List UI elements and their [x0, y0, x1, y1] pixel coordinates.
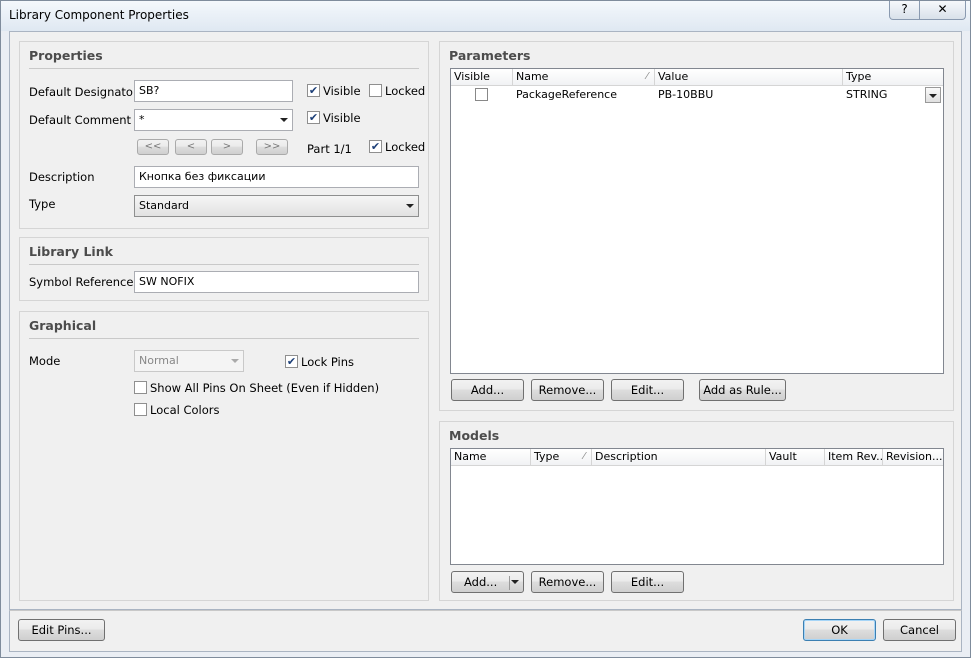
- parameters-edit-button[interactable]: Edit...: [611, 379, 684, 401]
- models-remove-button[interactable]: Remove...: [531, 571, 604, 593]
- graphical-title: Graphical: [29, 318, 97, 333]
- mode-select[interactable]: Normal: [134, 350, 244, 372]
- type-value: Standard: [139, 199, 190, 212]
- library-link-group: Library Link Symbol Reference SW NOFIX: [19, 237, 429, 301]
- models-add-button[interactable]: Add...: [451, 571, 524, 593]
- designator-field[interactable]: SB?: [134, 80, 293, 102]
- previous-part-button[interactable]: <: [175, 139, 207, 155]
- models-add-label: Add...: [464, 575, 498, 589]
- row-type-dropdown[interactable]: [925, 87, 941, 103]
- edit-pins-button[interactable]: Edit Pins...: [18, 619, 105, 641]
- lock-pins-label: Lock Pins: [301, 355, 355, 369]
- local-colors-checkbox[interactable]: [134, 403, 147, 416]
- last-part-button[interactable]: >>: [256, 139, 288, 155]
- show-all-pins-checkbox[interactable]: [134, 381, 147, 394]
- column-header-revision[interactable]: Revision...: [883, 449, 943, 466]
- type-label: Type: [29, 197, 56, 211]
- properties-divider: [29, 68, 419, 69]
- dialog-body: Properties Default Designator SB? ✔ Visi…: [9, 31, 962, 610]
- column-header-type[interactable]: Type ⁄: [531, 449, 592, 466]
- properties-title: Properties: [29, 48, 103, 63]
- sort-icon: ⁄: [646, 71, 648, 82]
- row-name: PackageReference: [516, 88, 617, 101]
- comment-visible-label: Visible: [323, 111, 361, 125]
- parameters-grid: Visible Name ⁄ Value Type PackageReferen…: [450, 68, 944, 374]
- first-part-button[interactable]: <<: [137, 139, 169, 155]
- part-locked-checkbox[interactable]: ✔: [369, 140, 382, 153]
- graphical-group: Graphical Mode Normal ✔ Lock Pins Show A…: [19, 311, 429, 601]
- window-title: Library Component Properties: [9, 8, 189, 22]
- type-select[interactable]: Standard: [134, 195, 419, 217]
- column-header-description[interactable]: Description: [592, 449, 766, 466]
- column-header-visible[interactable]: Visible: [451, 69, 513, 86]
- comment-combo[interactable]: *: [134, 109, 293, 131]
- comment-value: *: [139, 113, 145, 126]
- library-link-divider: [29, 264, 419, 265]
- column-header-value[interactable]: Value: [655, 69, 843, 86]
- dialog-window: Library Component Properties ? ✕ Propert…: [0, 0, 971, 658]
- designator-visible-label: Visible: [323, 84, 361, 98]
- show-all-pins-label: Show All Pins On Sheet (Even if Hidden): [150, 381, 380, 395]
- designator-visible-checkbox[interactable]: ✔: [307, 84, 320, 97]
- column-header-name-label: Name: [516, 70, 549, 83]
- properties-group: Properties Default Designator SB? ✔ Visi…: [19, 41, 429, 229]
- part-locked-label: Locked: [385, 140, 426, 154]
- description-field[interactable]: Кнопка без фиксации: [134, 166, 419, 188]
- chevron-down-icon: [280, 118, 288, 122]
- chevron-down-icon: [406, 204, 414, 208]
- lock-pins-checkbox[interactable]: ✔: [285, 355, 298, 368]
- symbol-reference-label: Symbol Reference: [29, 275, 134, 289]
- cancel-button[interactable]: Cancel: [883, 619, 956, 641]
- row-type: STRING: [846, 88, 888, 101]
- mode-label: Mode: [29, 354, 61, 368]
- part-indicator: Part 1/1: [307, 142, 352, 156]
- comment-visible-checkbox[interactable]: ✔: [307, 111, 320, 124]
- add-as-rule-button[interactable]: Add as Rule...: [699, 379, 786, 401]
- designator-locked-label: Locked: [385, 84, 426, 98]
- parameters-add-button[interactable]: Add...: [451, 379, 524, 401]
- row-value: PB-10BBU: [658, 88, 714, 101]
- help-button[interactable]: ?: [889, 1, 920, 20]
- designator-locked-checkbox[interactable]: [369, 84, 382, 97]
- models-group: Models Name Type ⁄ Description Vault Ite…: [439, 421, 954, 601]
- column-header-type-label: Type: [534, 450, 560, 463]
- comment-label: Default Comment: [29, 113, 132, 127]
- split-divider: [509, 576, 510, 590]
- mode-value: Normal: [139, 354, 179, 367]
- column-header-name[interactable]: Name: [451, 449, 531, 466]
- models-title: Models: [449, 428, 500, 443]
- close-button[interactable]: ✕: [920, 1, 966, 20]
- chevron-down-icon[interactable]: [511, 580, 519, 584]
- designator-label: Default Designator: [29, 85, 138, 99]
- column-header-name[interactable]: Name ⁄: [513, 69, 655, 86]
- row-visible-checkbox[interactable]: [475, 88, 488, 101]
- graphical-divider: [29, 338, 419, 339]
- column-header-type[interactable]: Type: [843, 69, 943, 86]
- chevron-down-icon: [231, 359, 239, 363]
- column-header-vault[interactable]: Vault: [766, 449, 825, 466]
- models-edit-button[interactable]: Edit...: [611, 571, 684, 593]
- sort-icon: ⁄: [583, 451, 585, 462]
- title-bar: Library Component Properties ? ✕: [1, 1, 970, 31]
- chevron-down-icon: [929, 94, 937, 98]
- parameters-group: Parameters Visible Name ⁄ Value Type Pac…: [439, 41, 954, 411]
- next-part-button[interactable]: >: [211, 139, 243, 155]
- ok-button[interactable]: OK: [803, 619, 876, 641]
- parameters-title: Parameters: [449, 48, 531, 63]
- dialog-footer: Edit Pins... OK Cancel: [9, 610, 962, 652]
- models-grid: Name Type ⁄ Description Vault Item Rev..…: [450, 448, 944, 565]
- description-label: Description: [29, 170, 95, 184]
- parameters-remove-button[interactable]: Remove...: [531, 379, 604, 401]
- local-colors-label: Local Colors: [150, 403, 220, 417]
- symbol-reference-field[interactable]: SW NOFIX: [134, 271, 419, 293]
- library-link-title: Library Link: [29, 244, 113, 259]
- column-header-item-rev[interactable]: Item Rev...: [825, 449, 883, 466]
